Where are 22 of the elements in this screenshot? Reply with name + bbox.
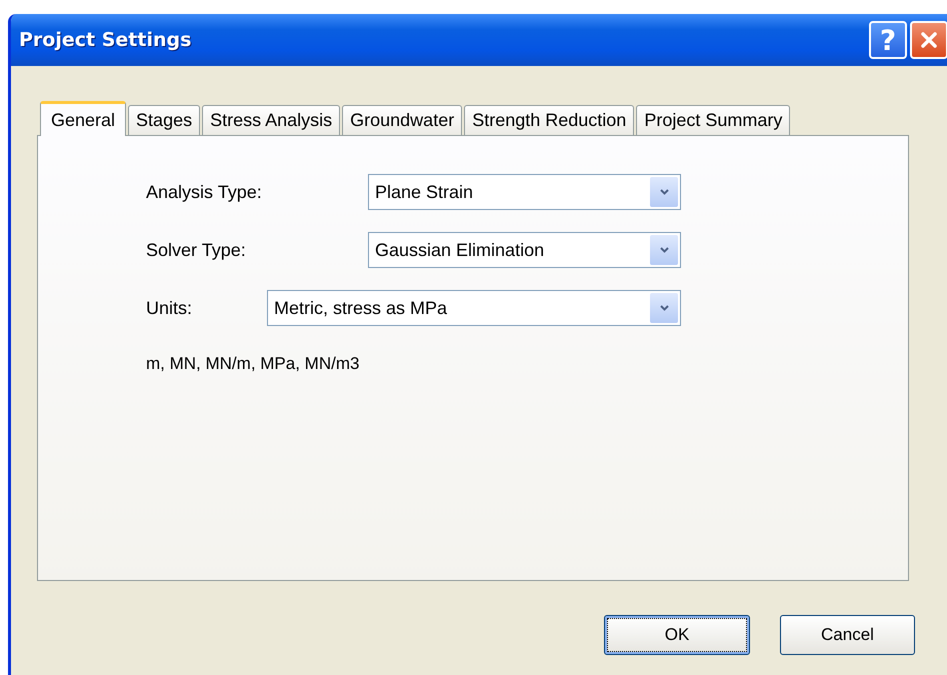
tab[interactable]: Strength Reduction [464,105,634,135]
chevron-down-icon [650,177,678,207]
dropdown[interactable]: Plane Strain [368,174,681,210]
close-button[interactable] [910,21,947,59]
dialog-button[interactable]: Cancel [780,615,915,655]
tab[interactable]: Groundwater [342,105,462,135]
dropdown[interactable]: Metric, stress as MPa [267,290,681,326]
field-label: Solver Type: [146,240,247,260]
dialog-button[interactable]: OK [604,615,750,655]
dropdown[interactable]: Gaussian Elimination [368,232,681,268]
help-button[interactable]: ? [869,21,907,59]
window-title: Project Settings [19,29,192,51]
tab[interactable]: Project Summary [636,105,790,135]
field-label: Analysis Type: [146,182,263,202]
chevron-down-icon [650,235,678,265]
tab[interactable]: General [40,101,126,136]
units-list: m, MN, MN/m, MPa, MN/m3 [146,354,908,374]
tab[interactable]: Stress Analysis [202,105,340,135]
close-icon [919,30,939,50]
chevron-down-icon [650,293,678,323]
tab[interactable]: Stages [128,105,200,135]
field-label: Units: [146,298,194,318]
